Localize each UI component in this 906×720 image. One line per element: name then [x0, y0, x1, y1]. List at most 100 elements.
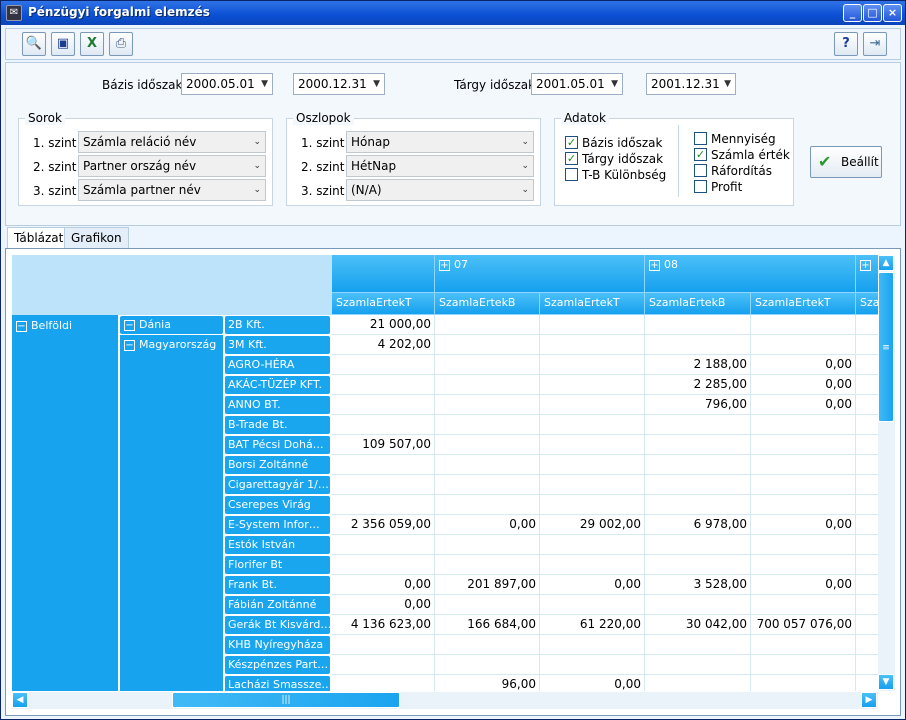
table-cell[interactable]: 109 507,00: [332, 435, 435, 455]
column-header[interactable]: SzamlaErtekT: [332, 293, 435, 315]
cols-level-3-combo[interactable]: (N/A) ⌄: [346, 179, 534, 201]
table-cell[interactable]: 29 002,00: [540, 515, 645, 535]
row-group-level2[interactable]: − Magyarország: [120, 335, 223, 691]
target-from-combo[interactable]: 2001.05.01 ▼: [531, 73, 623, 95]
table-cell[interactable]: [540, 595, 645, 615]
table-cell[interactable]: [751, 675, 856, 691]
row-header[interactable]: Lacházi Smassze…: [225, 676, 330, 691]
column-header[interactable]: SzamlaErtekT: [751, 293, 856, 315]
minimize-icon[interactable]: _: [843, 4, 862, 22]
row-header[interactable]: Estók István: [225, 536, 330, 554]
table-cell[interactable]: [751, 555, 856, 575]
expand-icon[interactable]: +: [439, 259, 450, 271]
table-cell[interactable]: [540, 455, 645, 475]
table-cell[interactable]: [540, 655, 645, 675]
table-cell[interactable]: [856, 455, 878, 475]
vertical-scroll-thumb[interactable]: ≡: [878, 272, 894, 422]
table-cell[interactable]: [540, 495, 645, 515]
table-cell[interactable]: [751, 315, 856, 335]
collapse-icon[interactable]: −: [124, 339, 135, 351]
column-header[interactable]: Sza: [856, 293, 878, 315]
table-cell[interactable]: [332, 395, 435, 415]
scroll-up-icon[interactable]: ▲: [878, 255, 894, 271]
tab-chart[interactable]: Grafikon: [64, 227, 129, 249]
table-cell[interactable]: [645, 495, 751, 515]
table-cell[interactable]: [645, 455, 751, 475]
cols-level-1-combo[interactable]: Hónap ⌄: [346, 131, 534, 153]
table-cell[interactable]: [856, 675, 878, 691]
table-cell[interactable]: 96,00: [435, 675, 540, 691]
save-icon[interactable]: ▣: [51, 32, 75, 56]
table-cell[interactable]: [540, 435, 645, 455]
apply-button[interactable]: ✔ Beállít: [810, 146, 882, 178]
table-cell[interactable]: 30 042,00: [645, 615, 751, 635]
app-icon[interactable]: ✉: [6, 5, 22, 21]
excel-icon[interactable]: X: [80, 32, 104, 56]
column-group-header[interactable]: +07: [435, 255, 645, 293]
table-cell[interactable]: 2 188,00: [645, 355, 751, 375]
table-cell[interactable]: 0,00: [332, 595, 435, 615]
table-cell[interactable]: [435, 415, 540, 435]
table-cell[interactable]: [645, 315, 751, 335]
table-cell[interactable]: [856, 435, 878, 455]
table-cell[interactable]: [540, 415, 645, 435]
table-cell[interactable]: [645, 555, 751, 575]
table-cell[interactable]: [540, 395, 645, 415]
table-cell[interactable]: [856, 595, 878, 615]
checkbox-expense[interactable]: Ráfordítás: [694, 164, 772, 180]
table-cell[interactable]: [856, 575, 878, 595]
table-cell[interactable]: [435, 435, 540, 455]
table-cell[interactable]: [435, 395, 540, 415]
collapse-icon[interactable]: −: [124, 319, 135, 331]
table-cell[interactable]: [435, 335, 540, 355]
horizontal-scrollbar[interactable]: ◀ ||| ▶: [12, 692, 878, 709]
table-cell[interactable]: 796,00: [645, 395, 751, 415]
table-cell[interactable]: [645, 635, 751, 655]
table-cell[interactable]: [751, 635, 856, 655]
table-cell[interactable]: [435, 495, 540, 515]
maximize-icon[interactable]: □: [863, 4, 882, 22]
column-group-header[interactable]: +: [856, 255, 878, 293]
table-cell[interactable]: [645, 335, 751, 355]
table-cell[interactable]: 0,00: [751, 575, 856, 595]
print-icon[interactable]: ⎙: [109, 32, 133, 56]
row-header[interactable]: BAT Pécsi Dohá…: [225, 436, 330, 454]
help-icon[interactable]: ?: [834, 32, 858, 56]
expand-icon[interactable]: +: [860, 259, 871, 271]
expand-icon[interactable]: +: [649, 259, 660, 271]
table-cell[interactable]: [856, 315, 878, 335]
table-cell[interactable]: [540, 375, 645, 395]
table-cell[interactable]: 0,00: [540, 575, 645, 595]
table-cell[interactable]: [751, 435, 856, 455]
row-header[interactable]: AKÁC-TÜZÉP KFT.: [225, 376, 330, 394]
column-group-header[interactable]: +08: [645, 255, 856, 293]
table-cell[interactable]: [645, 535, 751, 555]
table-cell[interactable]: [856, 475, 878, 495]
base-to-combo[interactable]: 2000.12.31 ▼: [293, 73, 385, 95]
table-cell[interactable]: 6 978,00: [645, 515, 751, 535]
table-cell[interactable]: [751, 335, 856, 355]
table-cell[interactable]: [645, 415, 751, 435]
table-cell[interactable]: [540, 475, 645, 495]
column-group-header[interactable]: [332, 255, 435, 293]
table-cell[interactable]: [435, 355, 540, 375]
close-icon[interactable]: ×: [883, 4, 902, 22]
title-bar[interactable]: ✉ Pénzügyi forgalmi elemzés _ □ ×: [1, 1, 905, 25]
table-cell[interactable]: [540, 335, 645, 355]
table-cell[interactable]: 700 057 076,00: [751, 615, 856, 635]
table-cell[interactable]: 0,00: [540, 675, 645, 691]
table-cell[interactable]: 0,00: [332, 575, 435, 595]
table-cell[interactable]: [332, 535, 435, 555]
table-cell[interactable]: 3 528,00: [645, 575, 751, 595]
rows-level-1-combo[interactable]: Számla reláció név ⌄: [78, 131, 266, 153]
row-header[interactable]: Cigarettagyár 1/…: [225, 476, 330, 494]
table-cell[interactable]: [540, 315, 645, 335]
table-cell[interactable]: [856, 635, 878, 655]
table-cell[interactable]: [435, 455, 540, 475]
table-cell[interactable]: [435, 655, 540, 675]
table-cell[interactable]: [856, 415, 878, 435]
table-cell[interactable]: [856, 395, 878, 415]
table-cell[interactable]: [856, 375, 878, 395]
row-header[interactable]: 2B Kft.: [225, 316, 330, 334]
table-cell[interactable]: [435, 595, 540, 615]
